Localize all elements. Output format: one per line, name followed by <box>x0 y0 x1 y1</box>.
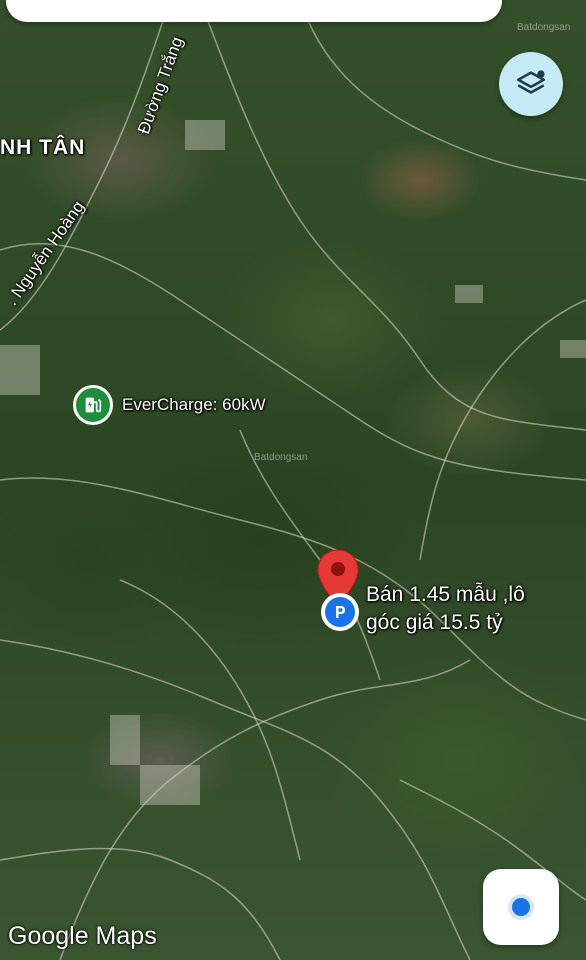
listing-line-1: Bán 1.45 mẫu ,lô <box>366 583 525 606</box>
marker-letter-icon <box>336 606 345 618</box>
layers-button[interactable] <box>499 52 563 116</box>
my-location-icon <box>512 898 530 916</box>
watermark: Batdongsan <box>254 452 308 463</box>
watermark: Batdongsan <box>517 22 571 33</box>
map-roads <box>0 0 586 960</box>
ev-station-label[interactable]: EverCharge: 60kW <box>122 395 266 415</box>
search-card[interactable] <box>6 0 502 22</box>
ev-charger-glyph <box>85 397 102 413</box>
listing-label[interactable]: Bán 1.45 mẫu ,lô góc giá 15.5 tỷ <box>366 581 525 637</box>
listing-line-2: góc giá 15.5 tỷ <box>366 611 503 634</box>
google-maps-logo: Google Maps <box>8 922 157 950</box>
place-label: NH TÂN <box>0 136 86 159</box>
layers-icon <box>516 70 546 94</box>
parking-marker-inner <box>325 597 355 627</box>
ev-charger-icon[interactable] <box>73 385 113 425</box>
my-location-button[interactable] <box>483 869 559 945</box>
satellite-map[interactable] <box>0 0 586 960</box>
parking-marker-icon[interactable] <box>321 593 359 631</box>
